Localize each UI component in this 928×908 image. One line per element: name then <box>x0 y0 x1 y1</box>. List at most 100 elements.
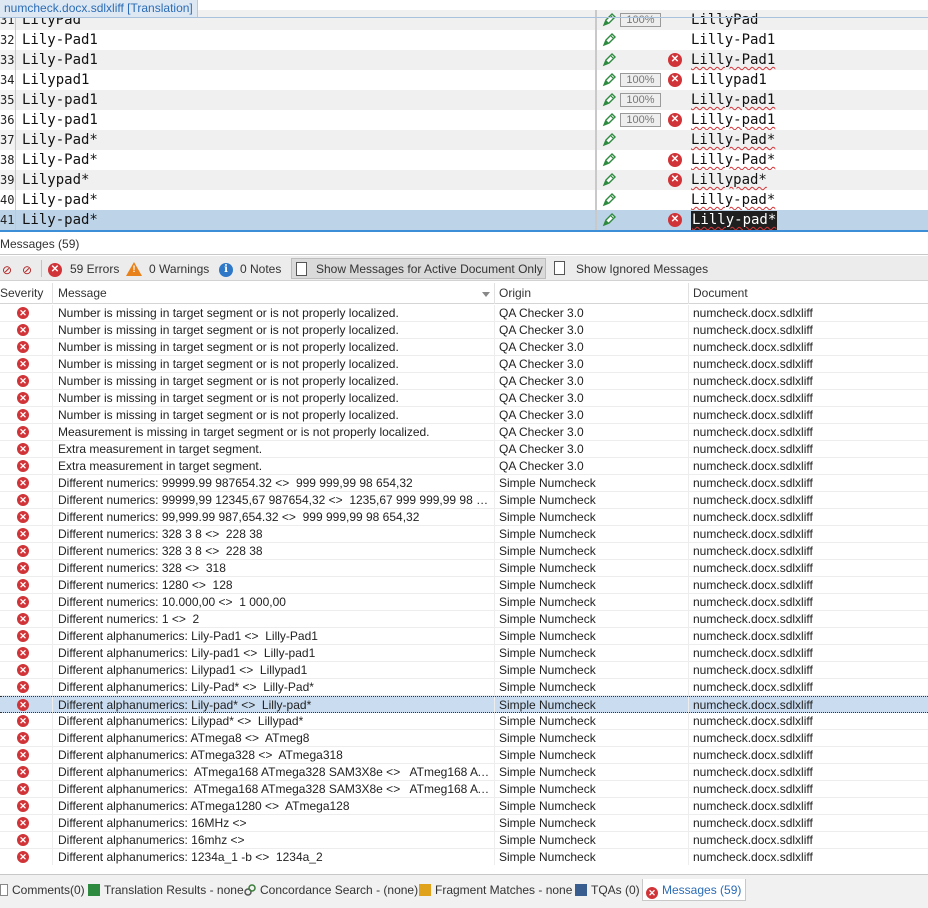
column-divider[interactable] <box>688 283 689 304</box>
bottom-tab-tqa[interactable]: TQAs (0) <box>575 879 640 901</box>
message-origin: Simple Numcheck <box>499 646 596 660</box>
message-document: numcheck.docx.sdlxliff <box>693 714 813 728</box>
column-divider <box>595 90 597 110</box>
target-text[interactable]: Lilly-pad1 <box>691 110 775 130</box>
message-row[interactable]: ✕ Different numerics: 99,999.99 987,654.3… <box>0 509 928 526</box>
bottom-tab-error[interactable]: ✕ Messages (59) <box>642 879 747 901</box>
segment-row[interactable]: 38 Lily-Pad* ✕ Lilly-Pad* <box>0 150 928 170</box>
target-text[interactable]: Lilly-pad1 <box>691 90 775 110</box>
document-tab[interactable]: numcheck.docx.sdlxliff [Translation] <box>0 0 198 17</box>
message-row[interactable]: ✕ Number is missing in target segment or … <box>0 373 928 390</box>
qa-error-icon[interactable]: ✕ <box>668 173 682 187</box>
message-row[interactable]: ✕ Different numerics: 1 <> 2 Simple Numche… <box>0 611 928 628</box>
message-row[interactable]: ✕ Different numerics: 10.000,00 <> 1 000,… <box>0 594 928 611</box>
message-text: Different alphanumerics: Lily-Pad1 <> Li… <box>58 629 318 643</box>
qa-error-icon[interactable]: ✕ <box>668 73 682 87</box>
bottom-tab-comment[interactable]: Comments(0) <box>0 879 85 901</box>
segment-row[interactable]: 37 Lily-Pad* Lilly-Pad* <box>0 130 928 150</box>
messages-grid-body: ✕ Number is missing in target segment or … <box>0 305 928 865</box>
segment-row[interactable]: 32 Lily-Pad1 Lilly-Pad1 <box>0 30 928 50</box>
clear-ignored-button[interactable]: ⊘ <box>18 258 38 279</box>
message-row[interactable]: ✕ Different alphanumerics: 16mhz <> Simple… <box>0 832 928 849</box>
message-row[interactable]: ✕ Measurement is missing in target segmen… <box>0 424 928 441</box>
column-divider <box>494 390 495 407</box>
message-row[interactable]: ✕ Extra measurement in target segment. QA … <box>0 441 928 458</box>
qa-error-icon[interactable]: ✕ <box>668 53 682 67</box>
bottom-tab-concordance[interactable]: Concordance Search - (none) <box>244 879 418 901</box>
target-text[interactable]: Lillypad1 <box>691 70 767 90</box>
qa-error-icon[interactable]: ✕ <box>668 113 682 127</box>
message-row[interactable]: ✕ Different alphanumerics: Lily-Pad* <> L… <box>0 679 928 696</box>
message-row[interactable]: ✕ Different alphanumerics: ATmega168 ATme… <box>0 781 928 798</box>
column-header-document[interactable]: Document <box>693 286 748 300</box>
message-row[interactable]: ✕ Number is missing in target segment or … <box>0 356 928 373</box>
message-text: Number is missing in target segment or i… <box>58 408 399 422</box>
message-row[interactable]: ✕ Different alphanumerics: ATmega328 <> A… <box>0 747 928 764</box>
message-row[interactable]: ✕ Number is missing in target segment or … <box>0 305 928 322</box>
segment-row[interactable]: 39 Lilypad* ✕ Lillypad* <box>0 170 928 190</box>
clear-filter-button[interactable]: ⊘ <box>0 258 18 279</box>
message-row[interactable]: ✕ Different alphanumerics: Lily-pad1 <> L… <box>0 645 928 662</box>
column-divider <box>688 594 689 611</box>
message-text: Different alphanumerics: ATmega1280 <> A… <box>58 799 350 813</box>
segment-row[interactable]: 35 Lily-pad1 100% Lilly-pad1 <box>0 90 928 110</box>
target-text[interactable]: Lilly-Pad1 <box>691 30 775 50</box>
message-row[interactable]: ✕ Different alphanumerics: ATmega8 <> ATm… <box>0 730 928 747</box>
message-row[interactable]: ✕ Different alphanumerics: 1234a_1 -b <> … <box>0 849 928 865</box>
message-row[interactable]: ✕ Different alphanumerics: Lilypad* <> Li… <box>0 713 928 730</box>
active-document-only-toggle[interactable]: Show Messages for Active Document Only <box>291 258 546 279</box>
message-row[interactable]: ✕ Different numerics: 328 3 8 <> 228 38 Si… <box>0 543 928 560</box>
message-row[interactable]: ✕ Different numerics: 1280 <> 128 Simple N… <box>0 577 928 594</box>
warning-mark: ! <box>132 264 136 274</box>
message-row[interactable]: ✕ Different alphanumerics: ATmega1280 <> … <box>0 798 928 815</box>
message-origin: QA Checker 3.0 <box>499 374 584 388</box>
warnings-filter-button[interactable]: ! 0 Warnings <box>124 258 212 279</box>
show-ignored-toggle[interactable]: Show Ignored Messages <box>550 258 710 279</box>
message-row[interactable]: ✕ Different alphanumerics: 16MHz <> Simple… <box>0 815 928 832</box>
bottom-tab-translation-results[interactable]: Translation Results - none <box>88 879 244 901</box>
target-text[interactable]: Lilly-Pad* <box>691 130 775 150</box>
message-row[interactable]: ✕ Different numerics: 99999.99 987654.32 … <box>0 475 928 492</box>
column-divider[interactable] <box>494 283 495 304</box>
message-row[interactable]: ✕ Number is missing in target segment or … <box>0 407 928 424</box>
column-divider <box>52 543 53 560</box>
segment-row[interactable]: 36 Lily-pad1 100% ✕ Lilly-pad1 <box>0 110 928 130</box>
bottom-tab-fragment[interactable]: Fragment Matches - none <box>419 879 572 901</box>
message-row[interactable]: ✕ Extra measurement in target segment. QA … <box>0 458 928 475</box>
target-text[interactable]: Lillypad* <box>691 170 767 190</box>
message-row[interactable]: ✕ Different numerics: 328 3 8 <> 228 38 Si… <box>0 526 928 543</box>
target-text[interactable]: LillyPad <box>691 10 758 30</box>
target-text[interactable]: Lilly-Pad* <box>691 150 775 170</box>
column-divider[interactable] <box>52 283 53 304</box>
message-row[interactable]: ✕ Number is missing in target segment or … <box>0 390 928 407</box>
column-divider <box>52 832 53 849</box>
message-row[interactable]: ✕ Number is missing in target segment or … <box>0 339 928 356</box>
column-divider <box>494 492 495 509</box>
target-text[interactable]: Lilly-Pad1 <box>691 50 775 70</box>
segment-row[interactable]: 33 Lily-Pad1 ✕ Lilly-Pad1 <box>0 50 928 70</box>
translated-status-icon <box>601 112 617 128</box>
segment-row[interactable]: 34 Lilypad1 100% ✕ Lillypad1 <box>0 70 928 90</box>
column-header-message[interactable]: Message <box>58 286 107 300</box>
column-header-origin[interactable]: Origin <box>499 286 531 300</box>
segment-row[interactable]: 40 Lily-pad* Lilly-pad* <box>0 190 928 210</box>
message-row[interactable]: ✕ Different alphanumerics: Lilypad1 <> Li… <box>0 662 928 679</box>
message-row[interactable]: ✕ Different numerics: 328 <> 318 Simple Nu… <box>0 560 928 577</box>
qa-error-icon[interactable]: ✕ <box>668 153 682 167</box>
errors-filter-button[interactable]: ✕ 59 Errors <box>45 258 120 279</box>
column-header-severity[interactable]: Severity <box>0 286 43 300</box>
bottom-tab-label: Messages (59) <box>662 883 742 897</box>
message-row[interactable]: ✕ Different numerics: 99999,99 12345,67 9… <box>0 492 928 509</box>
error-severity-icon: ✕ <box>17 647 29 659</box>
target-text[interactable]: Lilly-pad* <box>691 211 778 230</box>
segment-row[interactable]: 41 Lily-pad* ✕ Lilly-pad* <box>0 210 928 230</box>
qa-error-icon[interactable]: ✕ <box>668 213 682 227</box>
message-row[interactable]: ✕ Different alphanumerics: Lily-Pad1 <> L… <box>0 628 928 645</box>
message-row[interactable]: ✕ Number is missing in target segment or … <box>0 322 928 339</box>
message-row[interactable]: ✕ Different alphanumerics: Lily-pad* <> L… <box>0 696 928 714</box>
target-text[interactable]: Lilly-pad* <box>691 190 775 210</box>
toolbar-separator <box>41 260 42 277</box>
message-origin: Simple Numcheck <box>499 527 596 541</box>
message-row[interactable]: ✕ Different alphanumerics: ATmega168 ATme… <box>0 764 928 781</box>
notes-filter-button[interactable]: i 0 Notes <box>216 258 288 279</box>
